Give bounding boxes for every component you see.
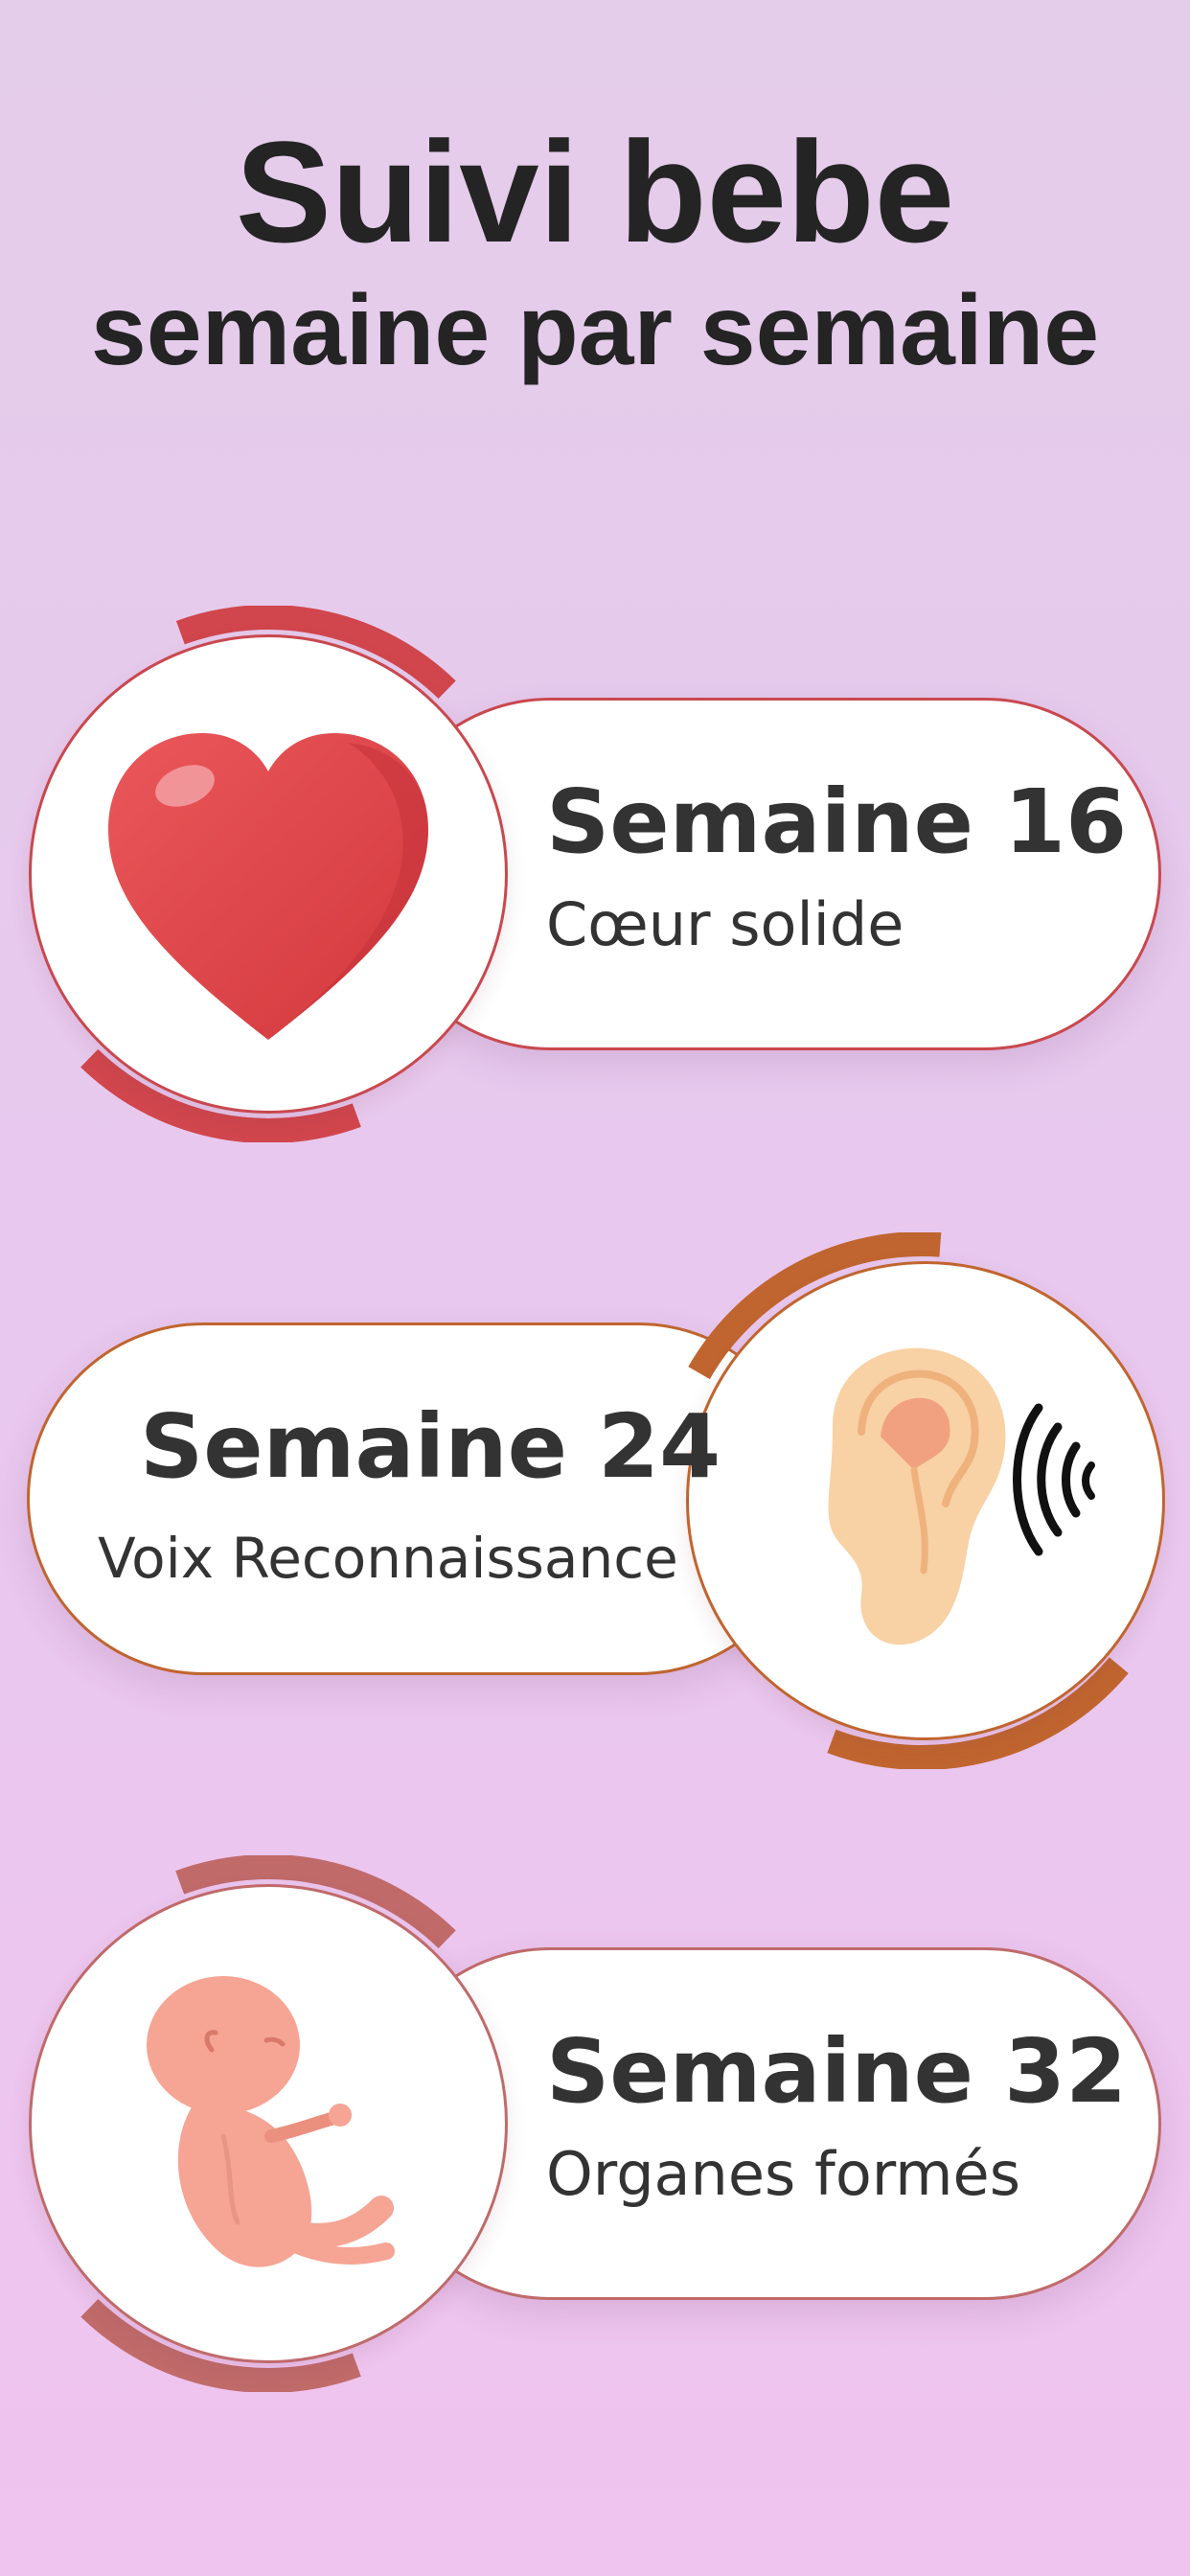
page-title: Suivi bebe [235,111,955,272]
page-subtitle: semaine par semaine [90,275,1100,386]
milestone-caption: Voix Reconnaissance [98,1526,678,1591]
milestone-card-week-16: Semaine 16 Cœur solide [0,606,1190,1142]
milestone-caption: Cœur solide [546,889,904,959]
milestone-caption: Organes formés [546,2139,1021,2209]
icon-ring [0,1855,537,2392]
heart-icon [108,733,428,1040]
week-label: Semaine 24 [140,1395,721,1498]
milestone-card-week-24: Semaine 24 Voix Reconnaissance [0,1232,1190,1769]
header: Suivi bebe semaine par semaine [0,115,1190,393]
week-label: Semaine 32 [546,2020,1128,2123]
icon-ring [0,606,537,1142]
icon-ring [653,1232,1190,1769]
fetus-icon [147,1976,395,2267]
milestone-card-week-32: Semaine 32 Organes formés [0,1855,1190,2392]
week-label: Semaine 16 [546,770,1128,873]
ear-icon [828,1347,1095,1645]
